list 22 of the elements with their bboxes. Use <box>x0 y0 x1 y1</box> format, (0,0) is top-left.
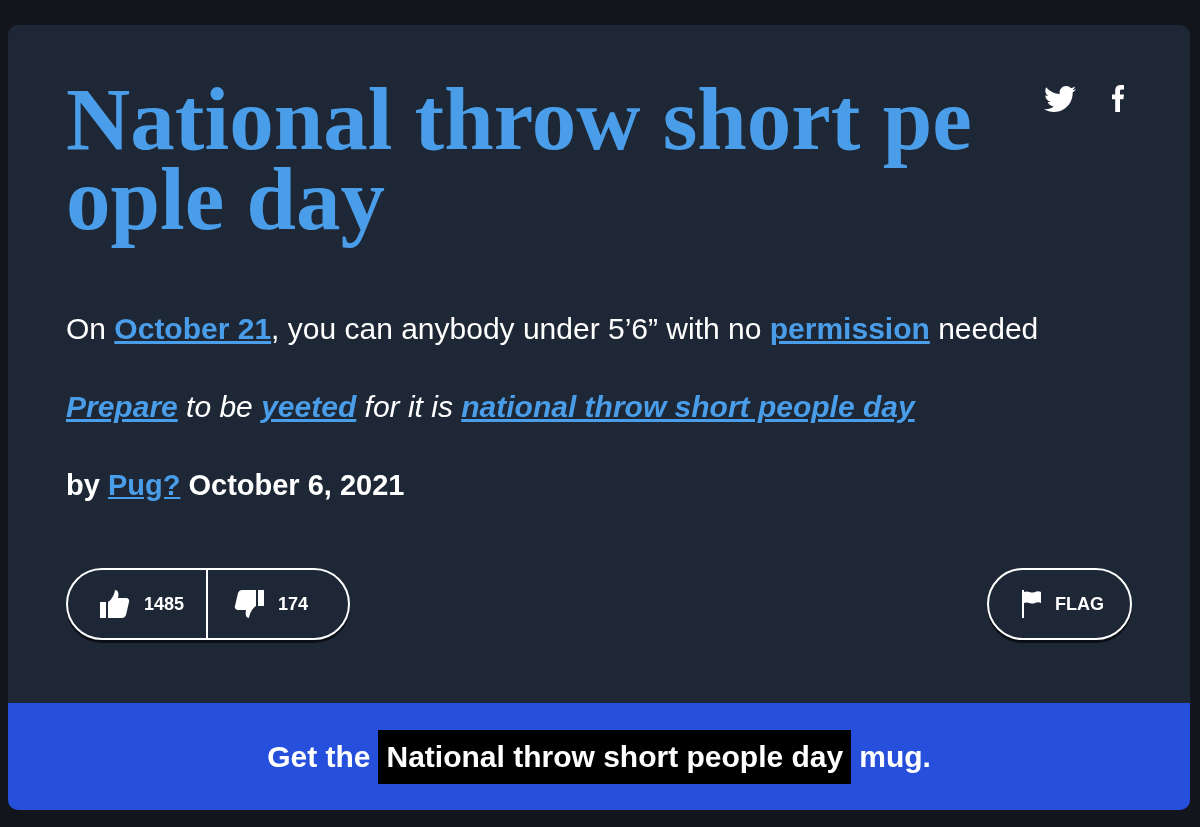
mug-promo-banner[interactable]: Get the National throw short people day mug. <box>8 703 1190 810</box>
link[interactable]: October 21 <box>114 312 272 345</box>
flag-button[interactable]: FLAG <box>987 568 1132 640</box>
example-text: Prepare to be yeeted for it is national throw short people day <box>66 389 917 425</box>
link[interactable]: Prepare <box>66 390 178 423</box>
promo-text: mug. <box>859 739 931 775</box>
downvote-button[interactable]: 174 <box>208 570 349 638</box>
link[interactable]: permission <box>769 312 930 345</box>
link[interactable]: national throw short people day <box>461 390 915 423</box>
link[interactable]: yeeted <box>261 390 357 423</box>
thumbs-down-icon <box>234 589 265 619</box>
author-line: by Pug? October 6, 2021 <box>66 468 406 503</box>
definition-text: On October 21, you can anybody under 5’6” with no permission needed <box>66 311 1040 347</box>
link[interactable]: Pug? <box>107 469 181 501</box>
promo-text: Get the <box>267 739 371 775</box>
upvote-button[interactable]: 1485 <box>68 570 209 638</box>
thumbs-up-icon <box>100 589 130 619</box>
twitter-bird-icon[interactable] <box>1044 85 1076 112</box>
flag-icon <box>1021 590 1041 618</box>
facebook-f-icon[interactable] <box>1112 85 1124 112</box>
mug-title-highlight: National throw short people day <box>378 729 852 784</box>
word-title[interactable]: National throw short people day <box>66 69 994 249</box>
